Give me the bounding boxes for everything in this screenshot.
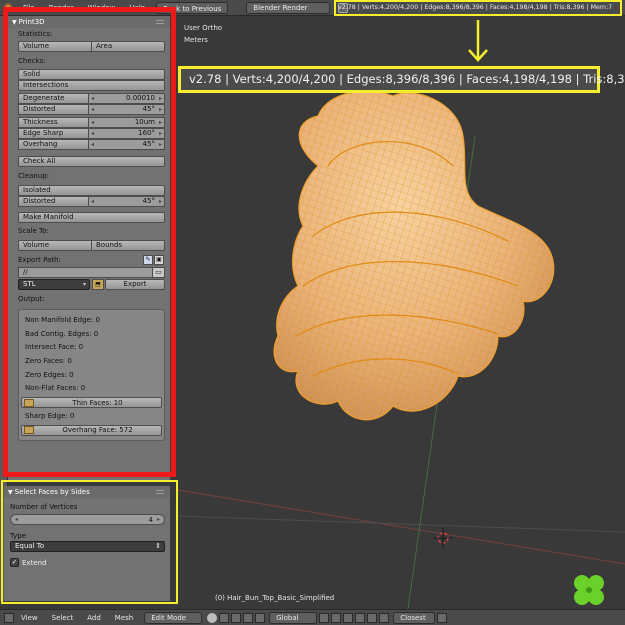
snap-align-icon[interactable] (437, 612, 448, 623)
editor-type-icon[interactable] (4, 612, 14, 623)
blender-window: ◉ File Render Window Help Back to Previo… (0, 0, 625, 625)
header-stats-highlight: v2.78 | Verts:4,200/4,200 | Edges:8,396/… (334, 0, 622, 16)
manipulator-icon[interactable] (231, 612, 242, 623)
zoomed-stats-callout: v2.78 | Verts:4,200/4,200 | Edges:8,396/… (178, 66, 625, 93)
header-stats-text: v2.78 | Verts:4,200/4,200 | Edges:8,396/… (338, 4, 613, 11)
3d-cursor-icon[interactable] (433, 528, 453, 548)
units-label: Meters (184, 36, 208, 44)
vertex-select-icon[interactable] (331, 612, 342, 623)
snap-target-select[interactable]: Closest (393, 611, 436, 624)
menu-mesh[interactable]: Mesh (108, 614, 140, 622)
orientation-select[interactable]: Global (269, 611, 318, 624)
proportional-edit-icon[interactable] (367, 612, 378, 623)
face-select-icon[interactable] (355, 612, 366, 623)
operator-highlight-frame (1, 480, 178, 604)
viewport-shading-icon[interactable] (207, 612, 218, 623)
edge-select-icon[interactable] (343, 612, 354, 623)
grid-line (178, 515, 625, 533)
x-axis-line (178, 489, 625, 565)
rotate-icon[interactable] (255, 612, 266, 623)
pivot-icon[interactable] (219, 612, 230, 623)
object-name-label: (0) Hair_Bun_Top_Basic_Simplified (215, 594, 335, 602)
3d-viewport[interactable]: User Ortho Meters (0) Hair_Bun_Top_Basic… (178, 16, 625, 609)
snap-icon[interactable] (379, 612, 390, 623)
menu-view[interactable]: View (14, 614, 45, 622)
clover-logo-icon (574, 575, 604, 605)
mode-select[interactable]: Edit Mode (144, 611, 203, 624)
viewport-scene (178, 20, 625, 609)
zoomed-stats-text: v2.78 | Verts:4,200/4,200 | Edges:8,396/… (189, 72, 625, 86)
menu-add[interactable]: Add (80, 614, 108, 622)
annotation-arrow (468, 20, 488, 62)
render-engine-select[interactable]: Blender Render (246, 1, 331, 14)
viewport-header: View Select Add Mesh Edit Mode Global Cl… (0, 609, 625, 625)
layers-icon[interactable] (319, 612, 330, 623)
menu-select[interactable]: Select (45, 614, 81, 622)
view-name-label: User Ortho (184, 24, 223, 32)
hair-bun-mesh[interactable] (273, 90, 555, 421)
translate-icon[interactable] (243, 612, 254, 623)
print3d-highlight-frame (3, 7, 176, 477)
